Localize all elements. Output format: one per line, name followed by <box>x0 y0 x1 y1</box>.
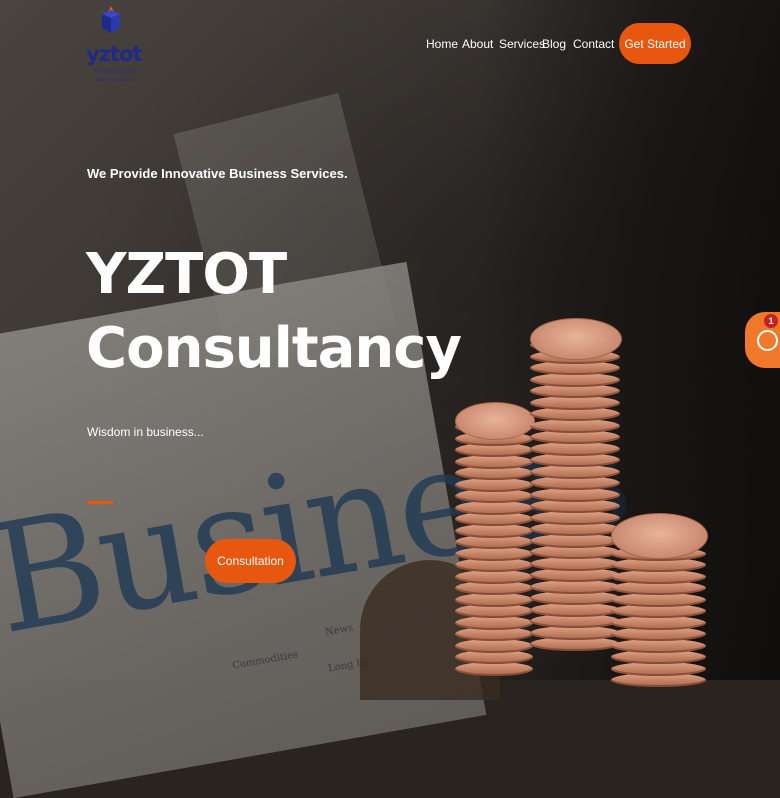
hero-title: YZTOT Consultancy <box>86 238 462 386</box>
hero-title-line1: YZTOT <box>86 242 287 307</box>
chat-bubble-icon <box>757 330 778 351</box>
chat-notification-badge: 1 <box>764 314 778 328</box>
hero-kicker: We Provide Innovative Business Services. <box>87 166 348 181</box>
chat-widget-button[interactable]: 1 <box>745 312 780 368</box>
coin-face <box>611 513 708 559</box>
hero-tagline: Wisdom in business... <box>87 425 204 439</box>
hero-title-line2: Consultancy <box>86 316 462 381</box>
nav-services[interactable]: Services <box>499 37 545 51</box>
get-started-button[interactable]: Get Started <box>619 23 691 64</box>
accent-divider <box>87 501 113 504</box>
nav-blog[interactable]: Blog <box>542 37 566 51</box>
coin-stack-left <box>455 402 535 676</box>
nav-home[interactable]: Home <box>426 37 458 51</box>
coin-face <box>530 318 622 360</box>
consultation-button[interactable]: Consultation <box>205 539 296 583</box>
coin-face <box>455 402 535 440</box>
coin-stack-middle <box>530 318 622 651</box>
coin-stack-right <box>611 513 708 687</box>
nav-about[interactable]: About <box>462 37 493 51</box>
main-nav: Home About Services Blog Contact Get Sta… <box>0 0 780 86</box>
nav-contact[interactable]: Contact <box>573 37 614 51</box>
